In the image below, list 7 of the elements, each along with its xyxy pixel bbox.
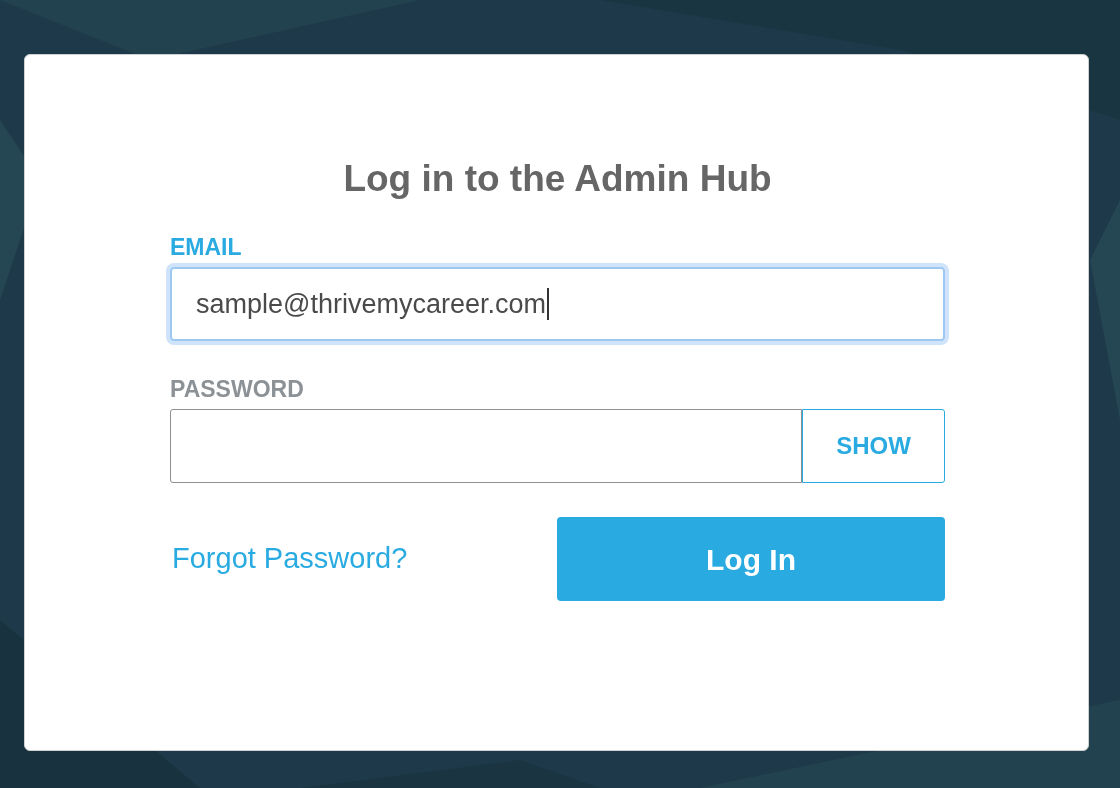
forgot-password-link[interactable]: Forgot Password?	[172, 537, 408, 581]
show-password-button[interactable]: SHOW	[802, 409, 945, 483]
field-label: EMAIL	[170, 234, 242, 260]
login-title: Log in to the Admin Hub	[343, 158, 772, 199]
password-field[interactable]	[170, 409, 802, 483]
field-label: PASSWORD	[170, 376, 304, 402]
login-button[interactable]: Log In	[557, 517, 945, 601]
